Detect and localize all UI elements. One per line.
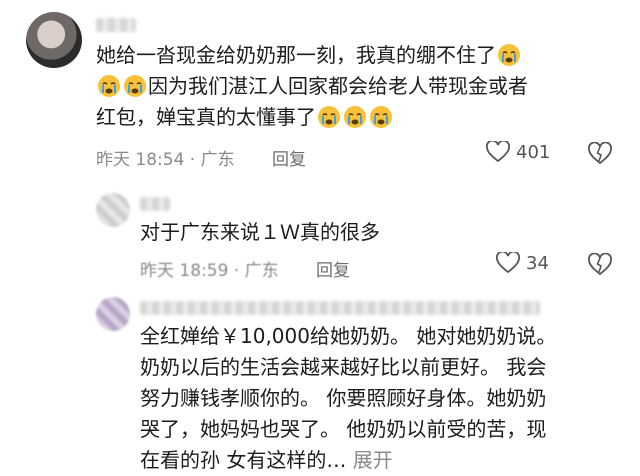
like-button[interactable]: 401: [486, 141, 550, 163]
username-blurred[interactable]: [140, 301, 540, 315]
username-blurred[interactable]: [96, 18, 136, 32]
like-count: 401: [516, 141, 551, 163]
comment-text-line: 在看的孙 女有这样的… 展开: [140, 445, 393, 476]
crying-emoji-icon: [318, 106, 340, 128]
comment-text-line: 全红婵给￥10,000给她奶奶。 她对她奶奶说。: [140, 324, 557, 348]
comment-text-line: 因为我们湛江人回家都会给老人带现金或者: [96, 71, 528, 102]
dislike-icon[interactable]: [588, 142, 612, 166]
crying-emoji-icon: [98, 75, 120, 97]
heart-icon: [486, 141, 510, 163]
like-button[interactable]: 34: [496, 252, 549, 274]
avatar[interactable]: [96, 193, 130, 227]
comment-text-segment: 在看的孙 女有这样的…: [140, 448, 347, 472]
avatar[interactable]: [96, 297, 130, 331]
like-count: 34: [526, 252, 549, 274]
comment-text-line: 红包，婵宝真的太懂事了: [96, 102, 394, 133]
comment-text-line: 奶奶以后的生活会越来越好比以前更好。 我会: [140, 355, 547, 379]
comment-text-line: 她给一沓现金给奶奶那一刻，我真的绷不住了: [96, 40, 522, 71]
crying-emoji-icon: [498, 44, 520, 66]
comment-text-segment: 因为我们湛江人回家都会给老人带现金或者: [148, 74, 528, 98]
comment-timestamp: 昨天 18:59 · 广东: [140, 261, 279, 281]
comment-text-line: 哭了，她妈妈也哭了。 他奶奶以前受的苦，现: [140, 417, 547, 441]
crying-emoji-icon: [344, 106, 366, 128]
expand-button[interactable]: 展开: [353, 448, 393, 472]
reply-button[interactable]: 回复: [316, 256, 350, 281]
comment-text-line: 努力赚钱孝顺你的。 你要照顾好身体。她奶奶: [140, 386, 547, 410]
comment-text-segment: 红包，婵宝真的太懂事了: [96, 105, 316, 129]
crying-emoji-icon: [124, 75, 146, 97]
avatar[interactable]: [26, 12, 82, 68]
comment-timestamp: 昨天 18:54 · 广东: [96, 150, 235, 170]
comment-text: 对于广东来说１Ｗ真的很多: [140, 220, 380, 244]
crying-emoji-icon: [370, 106, 392, 128]
comment-text-segment: 她给一沓现金给奶奶那一刻，我真的绷不住了: [96, 43, 496, 67]
username-blurred[interactable]: [140, 197, 170, 211]
heart-icon: [496, 252, 520, 274]
dislike-icon[interactable]: [588, 253, 612, 277]
reply-button[interactable]: 回复: [272, 145, 306, 170]
